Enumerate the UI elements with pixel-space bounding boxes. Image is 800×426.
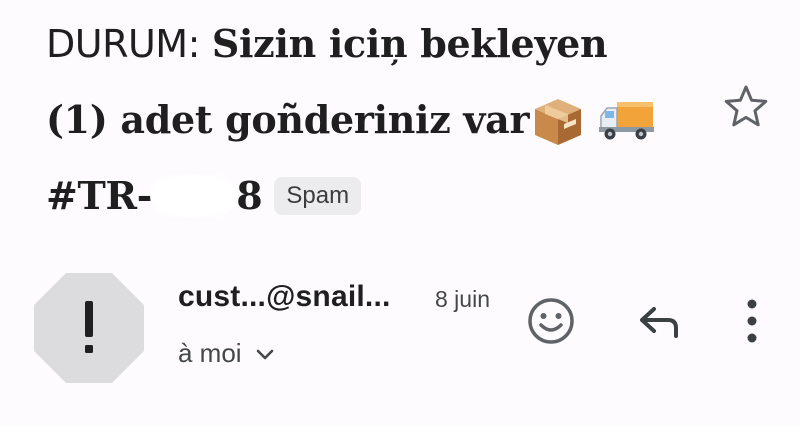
- sender-name[interactable]: cust...@snail...: [178, 280, 391, 314]
- recipient-details[interactable]: à moi: [178, 338, 276, 369]
- subject-tracking-tail: 8: [236, 173, 263, 218]
- add-reaction-emoji-icon[interactable]: [524, 294, 578, 348]
- spam-label-badge[interactable]: Spam: [274, 177, 362, 215]
- delivery-truck-emoji-icon: [597, 98, 655, 142]
- email-subject: DURUM: Sizin iciņ bekleyen (1) adet goñd…: [46, 6, 686, 234]
- subject-text-1: Sizin iciņ bekleyen: [211, 21, 608, 66]
- redacted-tracking-number: [150, 174, 237, 218]
- reply-icon[interactable]: [632, 298, 684, 346]
- package-emoji-icon: [531, 93, 585, 147]
- sender-avatar-warning[interactable]: [34, 273, 144, 383]
- chevron-down-icon[interactable]: [254, 343, 276, 365]
- more-vert-icon[interactable]: [732, 294, 772, 348]
- subject-status-prefix: DURUM:: [46, 22, 200, 66]
- subject-text-2: (1) adet goñderiniz var: [46, 97, 530, 142]
- star-icon[interactable]: [722, 82, 770, 130]
- subject-line-1: DURUM: Sizin iciņ bekleyen: [46, 6, 686, 82]
- subject-line-2: (1) adet goñderiniz var: [46, 82, 686, 158]
- recipient-label: à moi: [178, 338, 242, 368]
- subject-line-3: #TR- 8 Spam: [46, 158, 686, 234]
- email-date: 8 juin: [435, 286, 490, 312]
- subject-tracking-prefix: #TR-: [46, 173, 153, 218]
